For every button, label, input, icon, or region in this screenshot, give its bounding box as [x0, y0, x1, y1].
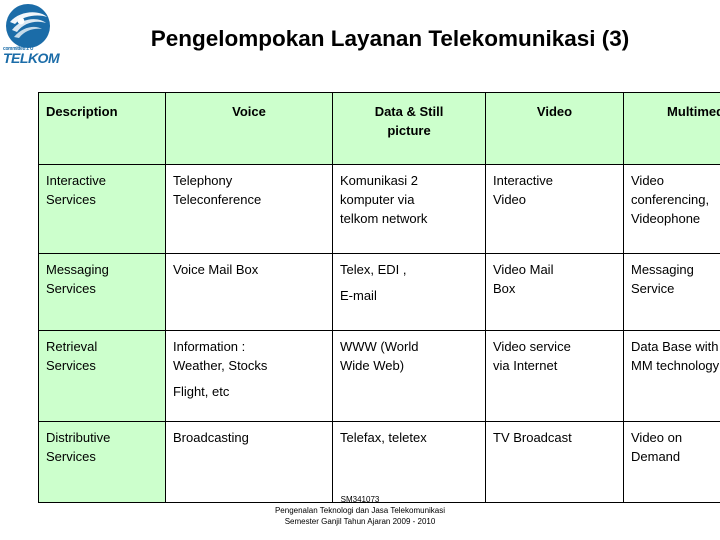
cell-distributive-data: Telefax, teletex: [332, 421, 486, 503]
row-category-distributive-services: Distributive Services: [38, 421, 166, 503]
cell-interactive-voice: Telephony Teleconference: [165, 164, 333, 254]
cell-interactive-video: Interactive Video: [485, 164, 624, 254]
cell-distributive-video: TV Broadcast: [485, 421, 624, 503]
footer-course-code: SM341073: [340, 495, 380, 504]
table-row: Messaging Services Voice Mail Box Telex,…: [38, 253, 720, 331]
slide-footer: SM341073 Pengenalan Teknologi dan Jasa T…: [0, 494, 720, 527]
page-title: Pengelompokan Layanan Telekomunikasi (3): [150, 26, 630, 51]
row-category-messaging-services: Messaging Services: [38, 253, 166, 331]
table-header: Description Voice Data & Still picture V…: [38, 92, 720, 165]
row-category-retrieval-services: Retrieval Services: [38, 330, 166, 422]
cell-retrieval-data: WWW (World Wide Web): [332, 330, 486, 422]
logo-circle: [6, 4, 50, 48]
column-header-data-still-picture: Data & Still picture: [332, 92, 486, 165]
cell-messaging-data: Telex, EDI , E-mail: [332, 253, 486, 331]
footer-course-name: Pengenalan Teknologi dan Jasa Telekomuni…: [274, 506, 446, 515]
telkom-logo: committed 2 U TELKOM: [2, 2, 64, 66]
column-header-voice: Voice: [165, 92, 333, 165]
column-header-video: Video: [485, 92, 624, 165]
table-row: Distributive Services Broadcasting Telef…: [38, 421, 720, 503]
cell-retrieval-video: Video service via Internet: [485, 330, 624, 422]
footer-semester: Semester Ganjil Tahun Ajaran 2009 - 2010: [284, 517, 436, 526]
cell-messaging-video: Video Mail Box: [485, 253, 624, 331]
cell-interactive-data: Komunikasi 2 komputer via telkom network: [332, 164, 486, 254]
cell-distributive-voice: Broadcasting: [165, 421, 333, 503]
cell-interactive-multimedia: Video conferencing, Videophone: [623, 164, 720, 254]
cell-retrieval-voice: Information : Weather, Stocks Flight, et…: [165, 330, 333, 422]
row-category-interactive-services: Interactive Services: [38, 164, 166, 254]
table-row: Retrieval Services Information : Weather…: [38, 330, 720, 422]
column-header-description: Description: [38, 92, 166, 165]
column-header-multimedia: Multimedia: [623, 92, 720, 165]
cell-messaging-voice: Voice Mail Box: [165, 253, 333, 331]
table-row: Interactive Services Telephony Teleconfe…: [38, 164, 720, 254]
swoosh-icon: [10, 12, 47, 38]
table-body: Interactive Services Telephony Teleconfe…: [38, 164, 720, 503]
cell-retrieval-multimedia: Data Base with MM technology: [623, 330, 720, 422]
cell-distributive-multimedia: Video on Demand: [623, 421, 720, 503]
telecom-services-table: Description Voice Data & Still picture V…: [38, 92, 720, 503]
logo-wordmark: TELKOM: [3, 50, 60, 66]
table-header-row: Description Voice Data & Still picture V…: [38, 92, 720, 165]
cell-messaging-multimedia: Messaging Service: [623, 253, 720, 331]
